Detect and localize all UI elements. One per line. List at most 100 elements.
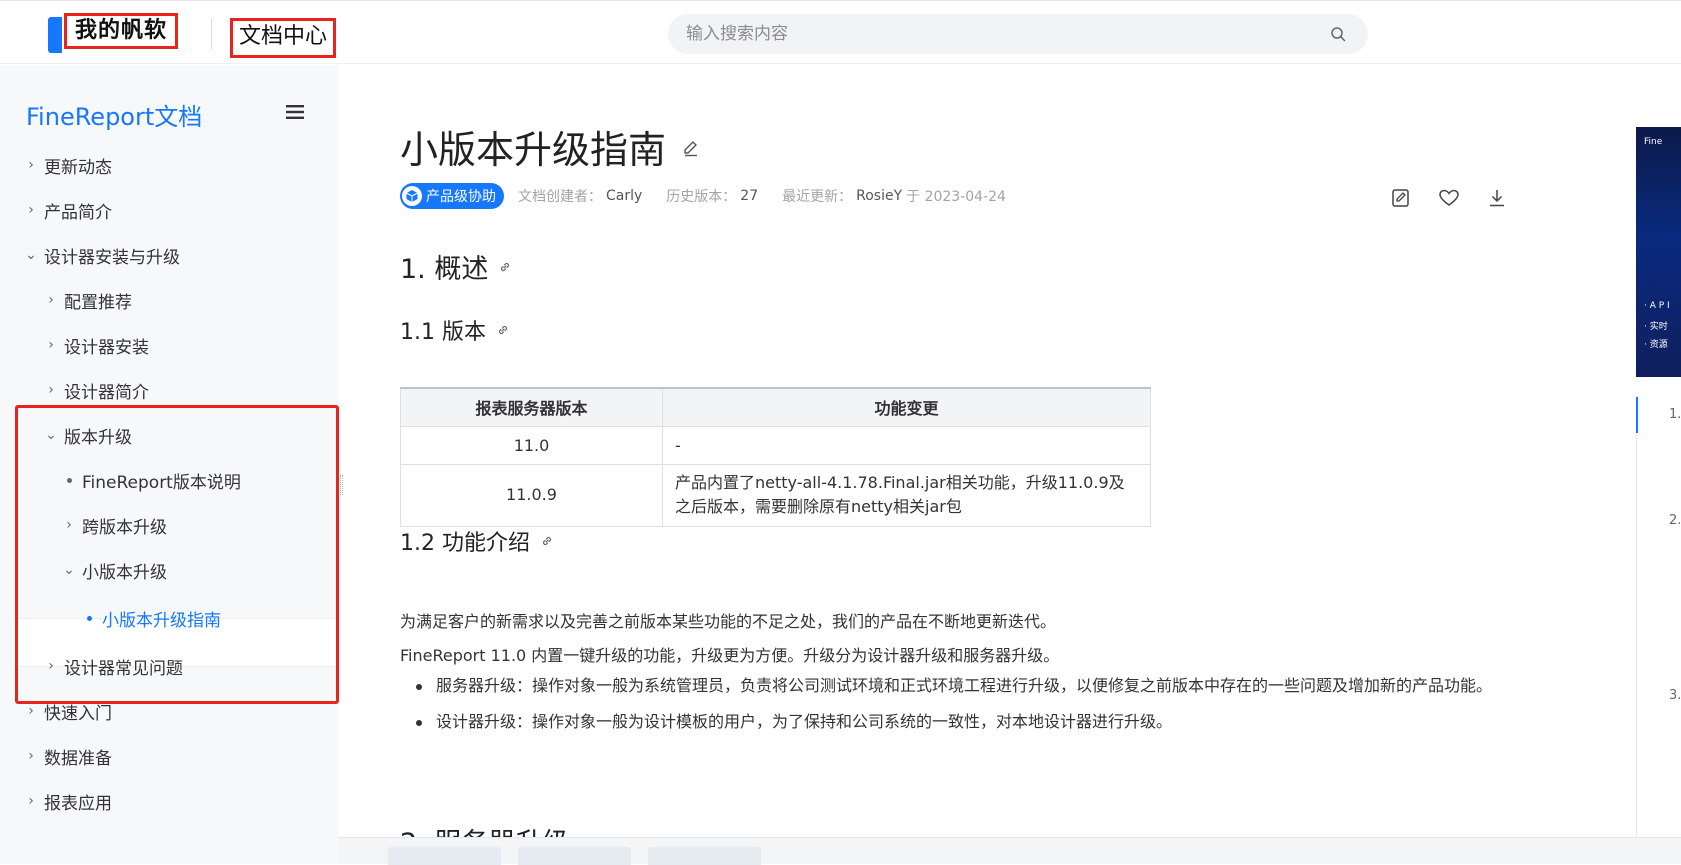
page-title: 小版本升级指南 (400, 128, 667, 172)
section-heading: 1. 概述 (400, 247, 512, 286)
promo-banner[interactable]: Fine · A P I · 实时 · 资源 (1636, 127, 1681, 377)
chevron-down-icon: ⌄ (25, 247, 37, 263)
sidebar-item-data-prep[interactable]: › 数据准备 (24, 736, 112, 776)
bottom-tab[interactable] (388, 847, 501, 865)
link-icon[interactable] (540, 534, 554, 548)
subsection-heading: 1.2 功能介绍 (400, 525, 554, 557)
search-input[interactable] (686, 14, 1306, 54)
sidebar-item-config-recommend[interactable]: › 配置推荐 (44, 280, 132, 320)
bullet-dot-icon (67, 477, 72, 483)
updated-date: 于 2023-04-24 (906, 189, 1006, 205)
chevron-right-icon: › (28, 202, 34, 218)
table-cell: - (662, 425, 1151, 465)
link-icon[interactable] (498, 260, 512, 274)
doc-center-link[interactable]: 文档中心 (230, 18, 337, 58)
sidebar-item-label: 版本升级 (64, 427, 132, 448)
sidebar-item-label: 设计器安装与升级 (44, 247, 180, 268)
sidebar-item-designer-install-upgrade[interactable]: ⌄ 设计器安装与升级 (24, 235, 180, 275)
sidebar-item-label: 快速入门 (44, 703, 112, 724)
sidebar-item-minor-upgrade-guide[interactable]: 小版本升级指南 (82, 598, 221, 638)
sidebar-item-label: 设计器简介 (64, 382, 149, 403)
toc-item[interactable]: 1. (1669, 407, 1681, 422)
chevron-right-icon: › (48, 658, 54, 674)
chevron-down-icon: ⌄ (45, 427, 57, 443)
list-item: 服务器升级：操作对象一般为系统管理员，负责将公司测试环境和正式环境工程进行升级，… (412, 671, 1512, 701)
download-icon[interactable] (1486, 187, 1508, 209)
toc-item[interactable]: 3. (1669, 688, 1681, 703)
paragraph: FineReport 11.0 内置一键升级的功能，升级更为方便。升级分为设计器… (400, 646, 1060, 665)
top-bar: 我的帆软 文档中心 (0, 0, 1681, 64)
menu-icon[interactable] (286, 105, 304, 119)
badge-label: 产品级协助 (426, 189, 496, 205)
chevron-right-icon: › (48, 382, 54, 398)
article: 小版本升级指南 产品级协助 文档创建者： Carly 历史版本： 27 最近更新… (400, 65, 1510, 864)
feedback-icon[interactable] (1390, 187, 1412, 209)
chevron-right-icon: › (66, 517, 72, 533)
sidebar-item-designer-install[interactable]: › 设计器安装 (44, 325, 149, 365)
paragraph: 为满足客户的新需求以及完善之前版本某些功能的不足之处，我们的产品在不断地更新迭代… (400, 612, 1057, 631)
sidebar-item-label: 小版本升级 (82, 562, 167, 583)
support-badge[interactable]: 产品级协助 (400, 183, 504, 209)
sidebar-item-label: FineReport版本说明 (82, 472, 241, 493)
sidebar-item-version-upgrade[interactable]: ⌄ 版本升级 (44, 415, 132, 455)
sidebar-item-cross-version-upgrade[interactable]: › 跨版本升级 (62, 505, 167, 545)
table-cell: 11.0 (400, 425, 663, 465)
sidebar-item-product-intro[interactable]: › 产品简介 (24, 190, 112, 230)
sidebar-item-updates[interactable]: › 更新动态 (24, 145, 112, 185)
sidebar-item-label: 小版本升级指南 (102, 610, 221, 631)
bottom-tab[interactable] (518, 847, 631, 865)
sidebar-item-label: 设计器安装 (64, 337, 149, 358)
sidebar-item-label: 配置推荐 (64, 292, 132, 313)
banner-text: · 实时 (1644, 322, 1668, 332)
brand-link[interactable]: 我的帆软 (64, 13, 179, 49)
table-row: 11.0.9 产品内置了netty-all-4.1.78.Final.jar相关… (400, 463, 1151, 527)
history-label: 历史版本： (666, 189, 737, 205)
chevron-down-icon: ⌄ (63, 562, 75, 578)
sidebar-item-designer-intro[interactable]: › 设计器简介 (44, 370, 149, 410)
sidebar-item-label: 设计器常见问题 (64, 658, 183, 679)
bottom-tab[interactable] (648, 847, 761, 865)
chevron-right-icon: › (28, 157, 34, 173)
sidebar-item-designer-faq[interactable]: › 设计器常见问题 (44, 646, 183, 686)
table-header: 报表服务器版本 (400, 387, 663, 427)
updated-label: 最近更新： (782, 189, 853, 205)
table-of-contents: 1. 2. 3. (1636, 397, 1681, 837)
section-heading-text: 1. 概述 (400, 254, 489, 285)
bullet-list: 服务器升级：操作对象一般为系统管理员，负责将公司测试环境和正式环境工程进行升级，… (412, 671, 1512, 743)
creator-name: Carly (606, 188, 643, 204)
sidebar-item-version-notes[interactable]: FineReport版本说明 (62, 460, 241, 500)
link-icon[interactable] (496, 323, 510, 337)
version-table: 报表服务器版本 功能变更 11.0 - 11.0.9 产品内置了netty-al… (400, 387, 1151, 527)
search-icon[interactable] (1330, 26, 1346, 42)
cube-icon (402, 186, 422, 206)
search-bar[interactable] (668, 14, 1368, 54)
header-divider (211, 19, 212, 49)
sidebar-item-label: 跨版本升级 (82, 517, 167, 538)
subsection-heading-text: 1.1 版本 (400, 320, 486, 345)
sidebar-title[interactable]: FineReport文档 (26, 97, 202, 132)
chevron-right-icon: › (28, 703, 34, 719)
sidebar-item-report-app[interactable]: › 报表应用 (24, 781, 112, 821)
history-count[interactable]: 27 (740, 188, 758, 204)
bottom-bar (338, 837, 1681, 865)
sidebar-resize-handle[interactable] (340, 475, 343, 495)
sidebar-item-label: 报表应用 (44, 793, 112, 814)
banner-text: · 资源 (1644, 340, 1668, 350)
sidebar-item-label: 产品简介 (44, 202, 112, 223)
toc-active-marker (1636, 397, 1638, 433)
list-item: 设计器升级：操作对象一般为设计模板的用户，为了保持和公司系统的一致性，对本地设计… (412, 707, 1512, 737)
article-meta: 产品级协助 文档创建者： Carly 历史版本： 27 最近更新： RosieY… (400, 183, 1006, 209)
chevron-right-icon: › (28, 793, 34, 809)
edit-icon[interactable] (682, 139, 700, 157)
sidebar-item-minor-upgrade[interactable]: ⌄ 小版本升级 (62, 550, 167, 590)
chevron-right-icon: › (48, 337, 54, 353)
sidebar-item-quick-start[interactable]: › 快速入门 (24, 691, 112, 731)
subsection-heading: 1.1 版本 (400, 314, 510, 346)
banner-text: · A P I (1644, 301, 1670, 311)
article-actions (1390, 187, 1508, 209)
heart-icon[interactable] (1438, 187, 1460, 209)
logo-icon (48, 17, 62, 53)
table-header: 功能变更 (662, 387, 1151, 427)
toc-item[interactable]: 2. (1669, 513, 1681, 528)
subsection-heading-text: 1.2 功能介绍 (400, 531, 530, 556)
